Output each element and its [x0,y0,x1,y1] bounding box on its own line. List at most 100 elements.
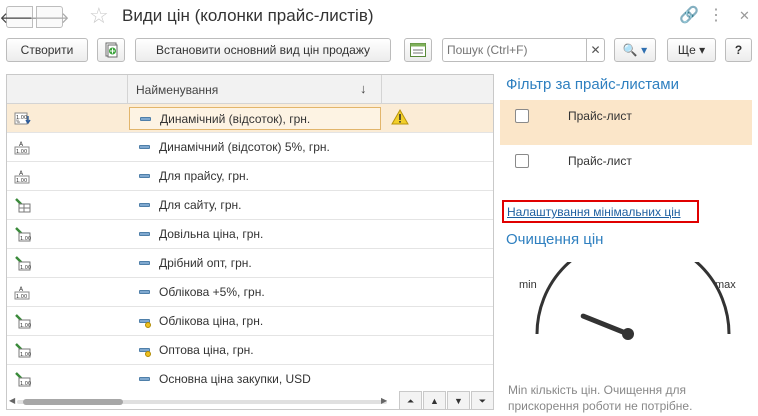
price-type-name: Облікова ціна, грн. [159,314,264,328]
price-type-marker-icon [139,290,150,294]
price-manual-icon: 1.00 [14,313,32,329]
price-type-name-cell[interactable]: Облікова +5%, грн. [129,281,381,304]
price-type-marker-icon [139,145,150,149]
warning-icon [391,108,409,125]
table-row[interactable]: 1.00 Облікова ціна, грн. [7,307,493,336]
price-type-name: Динамічний (відсоток) 5%, грн. [159,140,330,154]
copy-add-icon [105,42,118,58]
close-icon[interactable]: ✕ [739,8,750,24]
min-price-settings-link[interactable]: Налаштування мінімальних цін [507,205,681,219]
price-type-name: Облікова +5%, грн. [159,285,265,299]
filter-checkbox[interactable] [515,154,529,168]
price-type-name-cell[interactable]: Оптова ціна, грн. [129,339,381,362]
search-clear-button[interactable]: ✕ [586,38,605,62]
table-header: Найменування ↓ [7,75,493,104]
price-manual-icon: 1.00 [14,255,32,271]
table-row[interactable]: A 1.00 Динамічний (відсоток) 5%, грн. [7,133,493,162]
scroll-thumb[interactable] [23,399,123,405]
svg-text:1.00: 1.00 [20,265,31,271]
go-up-icon: ▲ [430,396,439,406]
price-type-name: Для прайсу, грн. [159,169,249,183]
price-type-name-cell[interactable]: Для прайсу, грн. [129,165,381,188]
link-icon[interactable]: 🔗 [679,5,699,25]
price-type-name-cell[interactable]: Облікова ціна, грн. [129,310,381,333]
price-list-filter: Прайс-лист Прайс-лист [500,100,752,184]
price-percent-edit-icon: 1.00% [14,110,32,126]
icon-column-header[interactable] [7,75,128,104]
go-first-button[interactable]: ⏶ [399,391,422,409]
scroll-left-icon[interactable]: ◀ [9,396,15,405]
price-manual-icon: 1.00 [14,342,32,358]
gauge-needle [580,313,631,337]
gauge-arc [535,262,731,335]
price-type-marker-icon [139,174,150,178]
highlighted-link-frame: Налаштування мінімальних цін [502,200,699,223]
filter-item[interactable]: Прайс-лист [500,100,752,145]
filter-checkbox[interactable] [515,109,529,123]
more-vertical-icon[interactable]: ⋮ [708,5,724,25]
more-button[interactable]: Ще ▾ [667,38,716,62]
sort-descending-icon: ↓ [360,81,367,96]
go-last-icon: ⏷ [478,395,487,406]
price-type-name-cell[interactable]: Для сайту, грн. [129,194,381,217]
price-type-status-dot-icon [145,351,151,357]
price-types-table[interactable]: Найменування ↓ 1.00% Динамічний (відсоток… [6,74,494,410]
table-row[interactable]: 1.00 Оптова ціна, грн. [7,336,493,365]
price-type-name: Дрібний опт, грн. [159,256,252,270]
filter-item-label: Прайс-лист [568,154,632,168]
price-list-button[interactable] [404,38,432,62]
go-last-button[interactable]: ⏷ [471,391,493,409]
price-type-name-cell[interactable]: Довільна ціна, грн. [129,223,381,246]
forward-button[interactable]: 🡒 [29,6,70,28]
price-type-name-cell[interactable]: Дрібний опт, грн. [129,252,381,275]
table-row[interactable]: 1.00% Динамічний (відсоток), грн. [7,104,493,133]
cleanup-title: Очищення цін [506,231,604,248]
price-type-marker-icon [139,232,150,236]
price-type-name: Довільна ціна, грн. [159,227,264,241]
price-type-name: Динамічний (відсоток), грн. [160,112,311,126]
name-column-header[interactable]: Найменування [128,75,382,104]
cleanup-footnote: Min кількість цін. Очищення для прискоре… [508,383,693,413]
search-options-button[interactable]: 🔍 ▾ [614,38,656,62]
price-type-name-cell[interactable]: Динамічний (відсоток), грн. [129,107,381,130]
table-row[interactable]: 1.00 Дрібний опт, грн. [7,249,493,278]
scroll-right-icon[interactable]: ▶ [381,396,387,405]
table-row[interactable]: 1.00 Основна ціна закупки, USD [7,365,493,394]
price-type-name-cell[interactable]: Основна ціна закупки, USD [129,368,381,391]
search-input[interactable] [442,38,586,62]
name-column-header-label: Найменування [136,83,219,97]
arrow-right-icon: 🡒 [29,9,70,27]
table-row[interactable]: Для сайту, грн. [7,191,493,220]
window-title: Види цін (колонки прайс-листів) [122,6,374,25]
set-main-price-type-button[interactable]: Встановити основний вид цін продажу [135,38,391,62]
go-first-icon: ⏶ [406,395,415,406]
price-type-marker-icon [139,261,150,265]
go-down-button[interactable]: ▼ [447,391,470,409]
svg-text:1.00: 1.00 [20,381,31,387]
go-up-button[interactable]: ▲ [423,391,446,409]
svg-text:1.00: 1.00 [16,178,27,184]
price-manual-icon: 1.00 [14,371,32,387]
price-formula-icon: A 1.00 [14,139,32,155]
help-button[interactable]: ? [725,38,752,62]
title-bar: 🡐 🡒 ☆ Види цін (колонки прайс-листів) 🔗 … [0,0,758,34]
svg-text:1.00: 1.00 [16,294,27,300]
table-row[interactable]: 1.00 Довільна ціна, грн. [7,220,493,249]
table-row[interactable]: A 1.00 Облікова +5%, грн. [7,278,493,307]
svg-text:%: % [16,119,20,124]
price-list-icon [410,43,426,57]
favorite-star-icon[interactable]: ☆ [89,3,109,29]
svg-text:1.00: 1.00 [20,323,31,329]
price-manual-icon: 1.00 [14,226,32,242]
price-type-name: Для сайту, грн. [159,198,242,212]
copy-button[interactable] [97,38,125,62]
price-formula-icon: A 1.00 [14,284,32,300]
filter-item-label: Прайс-лист [568,109,632,123]
price-type-marker-icon [139,377,150,381]
price-type-name-cell[interactable]: Динамічний (відсоток) 5%, грн. [129,136,381,159]
filter-item[interactable]: Прайс-лист [500,145,752,190]
create-button[interactable]: Створити [6,38,88,62]
table-row[interactable]: A 1.00 Для прайсу, грн. [7,162,493,191]
price-formula-icon: A 1.00 [14,168,32,184]
clear-icon: ✕ [590,43,601,57]
